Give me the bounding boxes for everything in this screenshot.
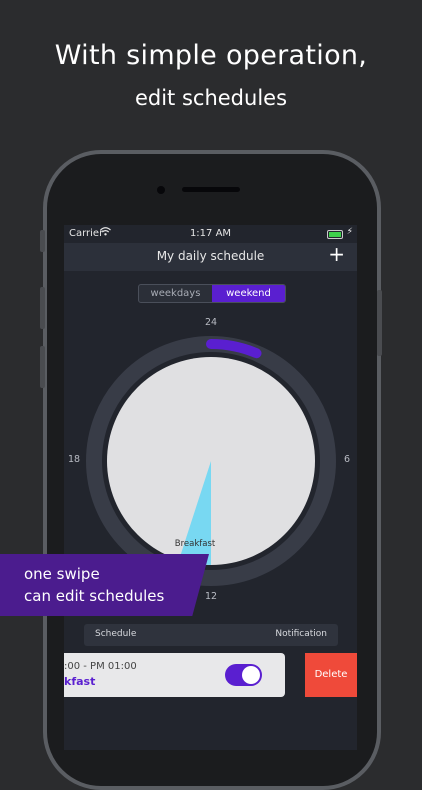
app-screen: Carrier 1:17 AM ⚡ My daily schedule + we…	[64, 225, 357, 750]
status-bar: Carrier 1:17 AM ⚡	[64, 225, 357, 243]
banner-line1: one swipe	[24, 565, 100, 583]
feature-banner: one swipe can edit schedules	[0, 554, 209, 616]
segment-weekend[interactable]: weekend	[212, 285, 285, 302]
clock-label-24: 24	[205, 317, 218, 328]
clock-label-18: 18	[68, 454, 81, 465]
schedule-item-card[interactable]: :00 - PM 01:00 kfast	[64, 653, 285, 697]
day-type-segmented-control: weekdays weekend	[138, 284, 286, 303]
earpiece-speaker	[182, 187, 240, 192]
breakfast-slice-label: Breakfast	[175, 539, 216, 549]
status-time: 1:17 AM	[189, 228, 232, 239]
front-camera	[157, 186, 165, 194]
nav-title: My daily schedule	[156, 249, 265, 263]
clock-label-12: 12	[205, 591, 218, 602]
volume-up-button	[40, 287, 45, 329]
schedule-column-label: Schedule	[95, 629, 137, 639]
notification-toggle[interactable]	[225, 664, 262, 686]
headline-line2: edit schedules	[134, 86, 288, 110]
schedule-item-name: kfast	[64, 675, 96, 688]
notification-column-label: Notification	[275, 629, 327, 639]
headline-line1: With simple operation,	[54, 40, 368, 71]
delete-button[interactable]: Delete	[305, 653, 357, 697]
schedule-item-time: :00 - PM 01:00	[64, 661, 137, 672]
segment-weekdays[interactable]: weekdays	[139, 285, 212, 302]
mute-switch	[40, 230, 45, 252]
plus-icon[interactable]: +	[328, 242, 345, 266]
clock-label-6: 6	[344, 454, 351, 465]
volume-down-button	[40, 346, 45, 388]
schedule-list-header: Schedule Notification	[84, 624, 338, 646]
battery-icon	[327, 230, 343, 239]
power-button	[377, 290, 382, 356]
banner-line2: can edit schedules	[24, 587, 165, 605]
nav-bar: My daily schedule +	[64, 242, 357, 271]
charging-bolt-icon: ⚡	[346, 227, 353, 237]
schedule-clock-dial[interactable]: Breakfast	[86, 336, 336, 586]
